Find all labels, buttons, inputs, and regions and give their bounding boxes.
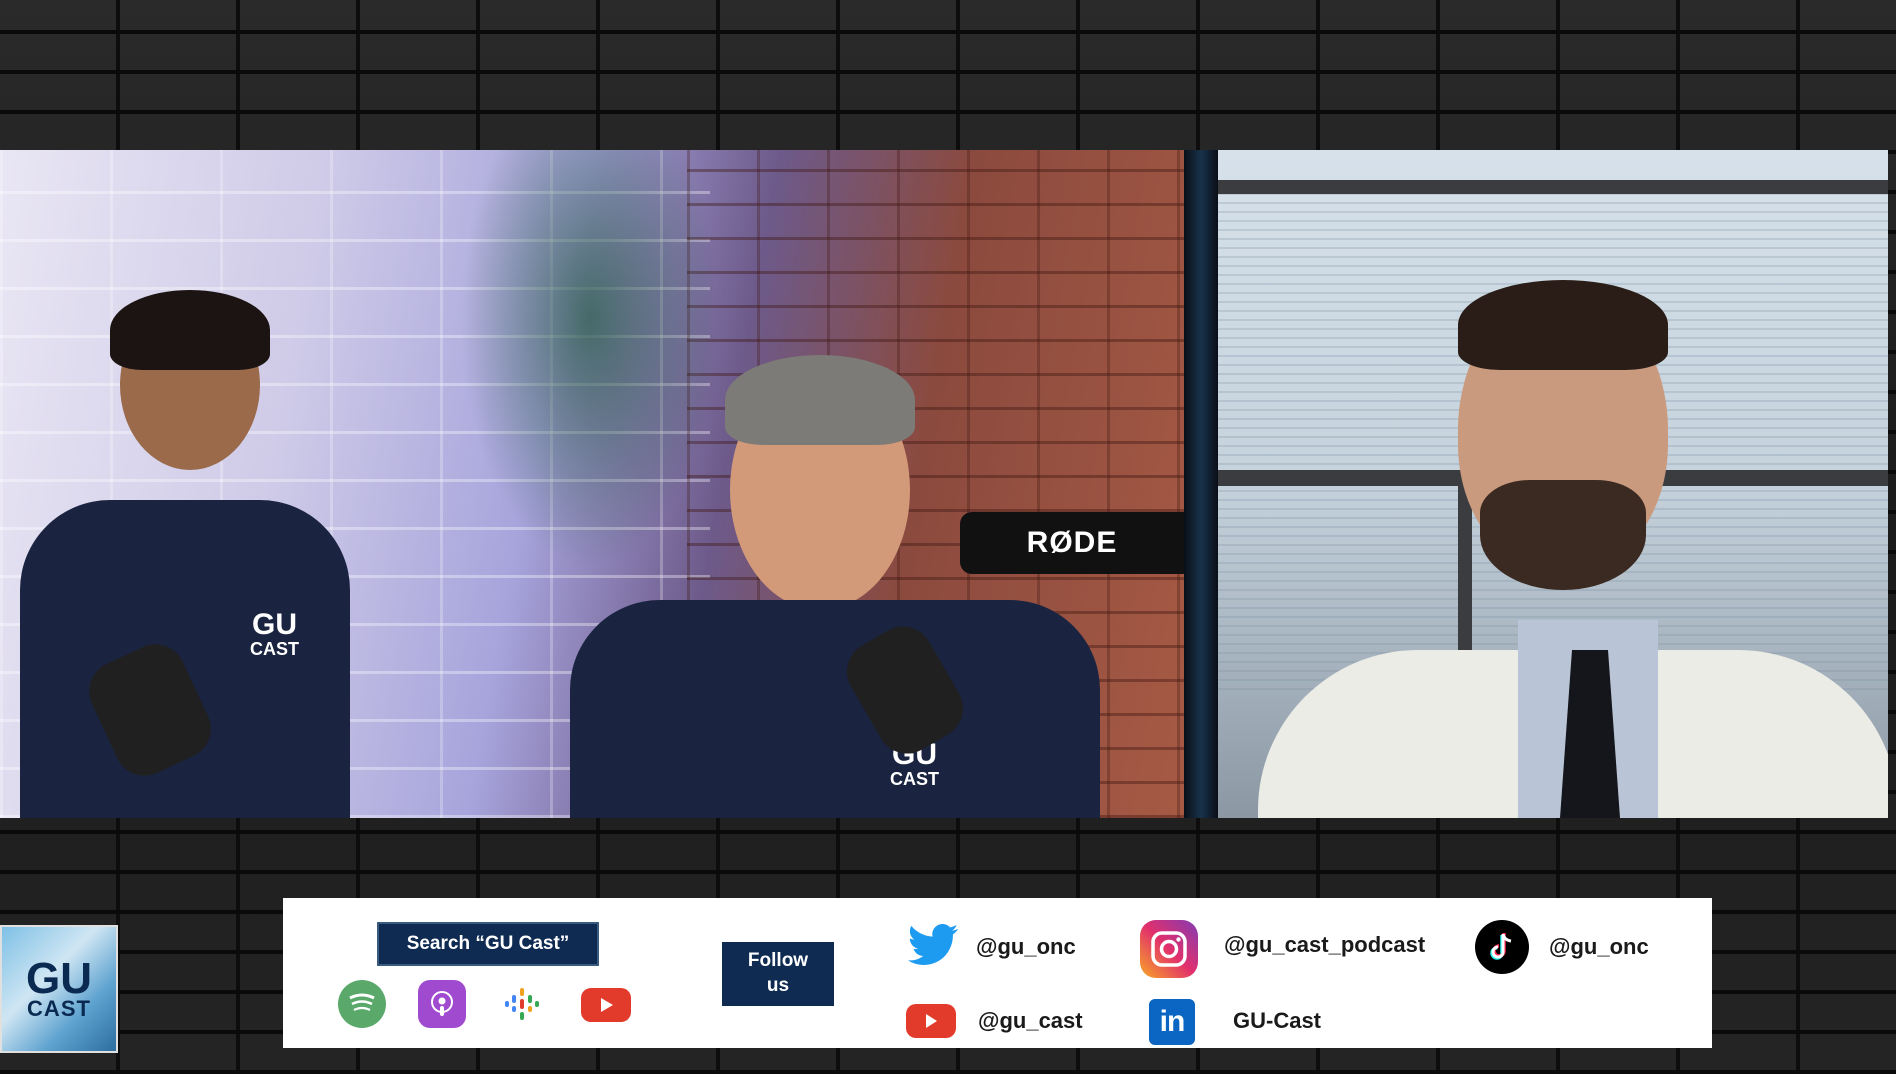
host-left-shirt bbox=[20, 500, 350, 818]
logo-gu-text: GU bbox=[26, 954, 92, 1004]
host-center-shirt bbox=[570, 600, 1100, 818]
tiktok-handle[interactable]: @gu_onc bbox=[1549, 934, 1649, 960]
window-frame-top bbox=[1218, 180, 1888, 194]
follow-text: Follow bbox=[747, 950, 809, 972]
us-text: us bbox=[766, 975, 790, 996]
search-label-text: Search “GU Cast” bbox=[406, 933, 570, 954]
google-podcasts-icon[interactable] bbox=[498, 980, 546, 1028]
search-gu-cast-label: Search “GU Cast” bbox=[377, 922, 599, 966]
rode-mic-arm: RØDE bbox=[960, 512, 1184, 574]
twitter-handle[interactable]: @gu_onc bbox=[976, 934, 1076, 960]
linkedin-handle[interactable]: GU-Cast bbox=[1233, 1008, 1321, 1034]
youtube-icon[interactable] bbox=[581, 988, 631, 1022]
video-separator bbox=[1184, 150, 1218, 818]
apple-podcasts-icon[interactable] bbox=[418, 980, 466, 1028]
host-left-hair bbox=[110, 290, 270, 370]
instagram-icon[interactable] bbox=[1140, 920, 1198, 978]
rode-logo-text: RØDE bbox=[1026, 526, 1118, 559]
guest-hair bbox=[1458, 280, 1668, 370]
studio-video-feed: GU CAST GU CAST RØDE bbox=[0, 150, 1184, 818]
guest-beard bbox=[1480, 480, 1646, 590]
logo-cast-text: CAST bbox=[27, 995, 91, 1021]
host-left-shirt-logo: GU CAST bbox=[250, 608, 299, 659]
host-center-hair bbox=[725, 355, 915, 445]
instagram-handle[interactable]: @gu_cast_podcast bbox=[1224, 932, 1425, 958]
youtube-handle[interactable]: @gu_cast bbox=[978, 1008, 1083, 1034]
youtube-icon[interactable] bbox=[906, 1004, 956, 1038]
host-center: GU CAST bbox=[560, 355, 1100, 818]
tiktok-icon[interactable] bbox=[1475, 920, 1529, 974]
host-left: GU CAST bbox=[0, 290, 420, 818]
guest-video-feed bbox=[1218, 150, 1888, 818]
follow-us-label: Follow us bbox=[722, 942, 834, 1006]
gu-cast-logo: GU CAST bbox=[0, 925, 118, 1053]
spotify-icon[interactable] bbox=[338, 980, 386, 1028]
linkedin-icon[interactable]: in bbox=[1149, 999, 1195, 1045]
social-media-bar: Search “GU Cast” Follow us @gu_onc @gu_c… bbox=[283, 898, 1712, 1048]
twitter-icon[interactable] bbox=[906, 922, 962, 968]
